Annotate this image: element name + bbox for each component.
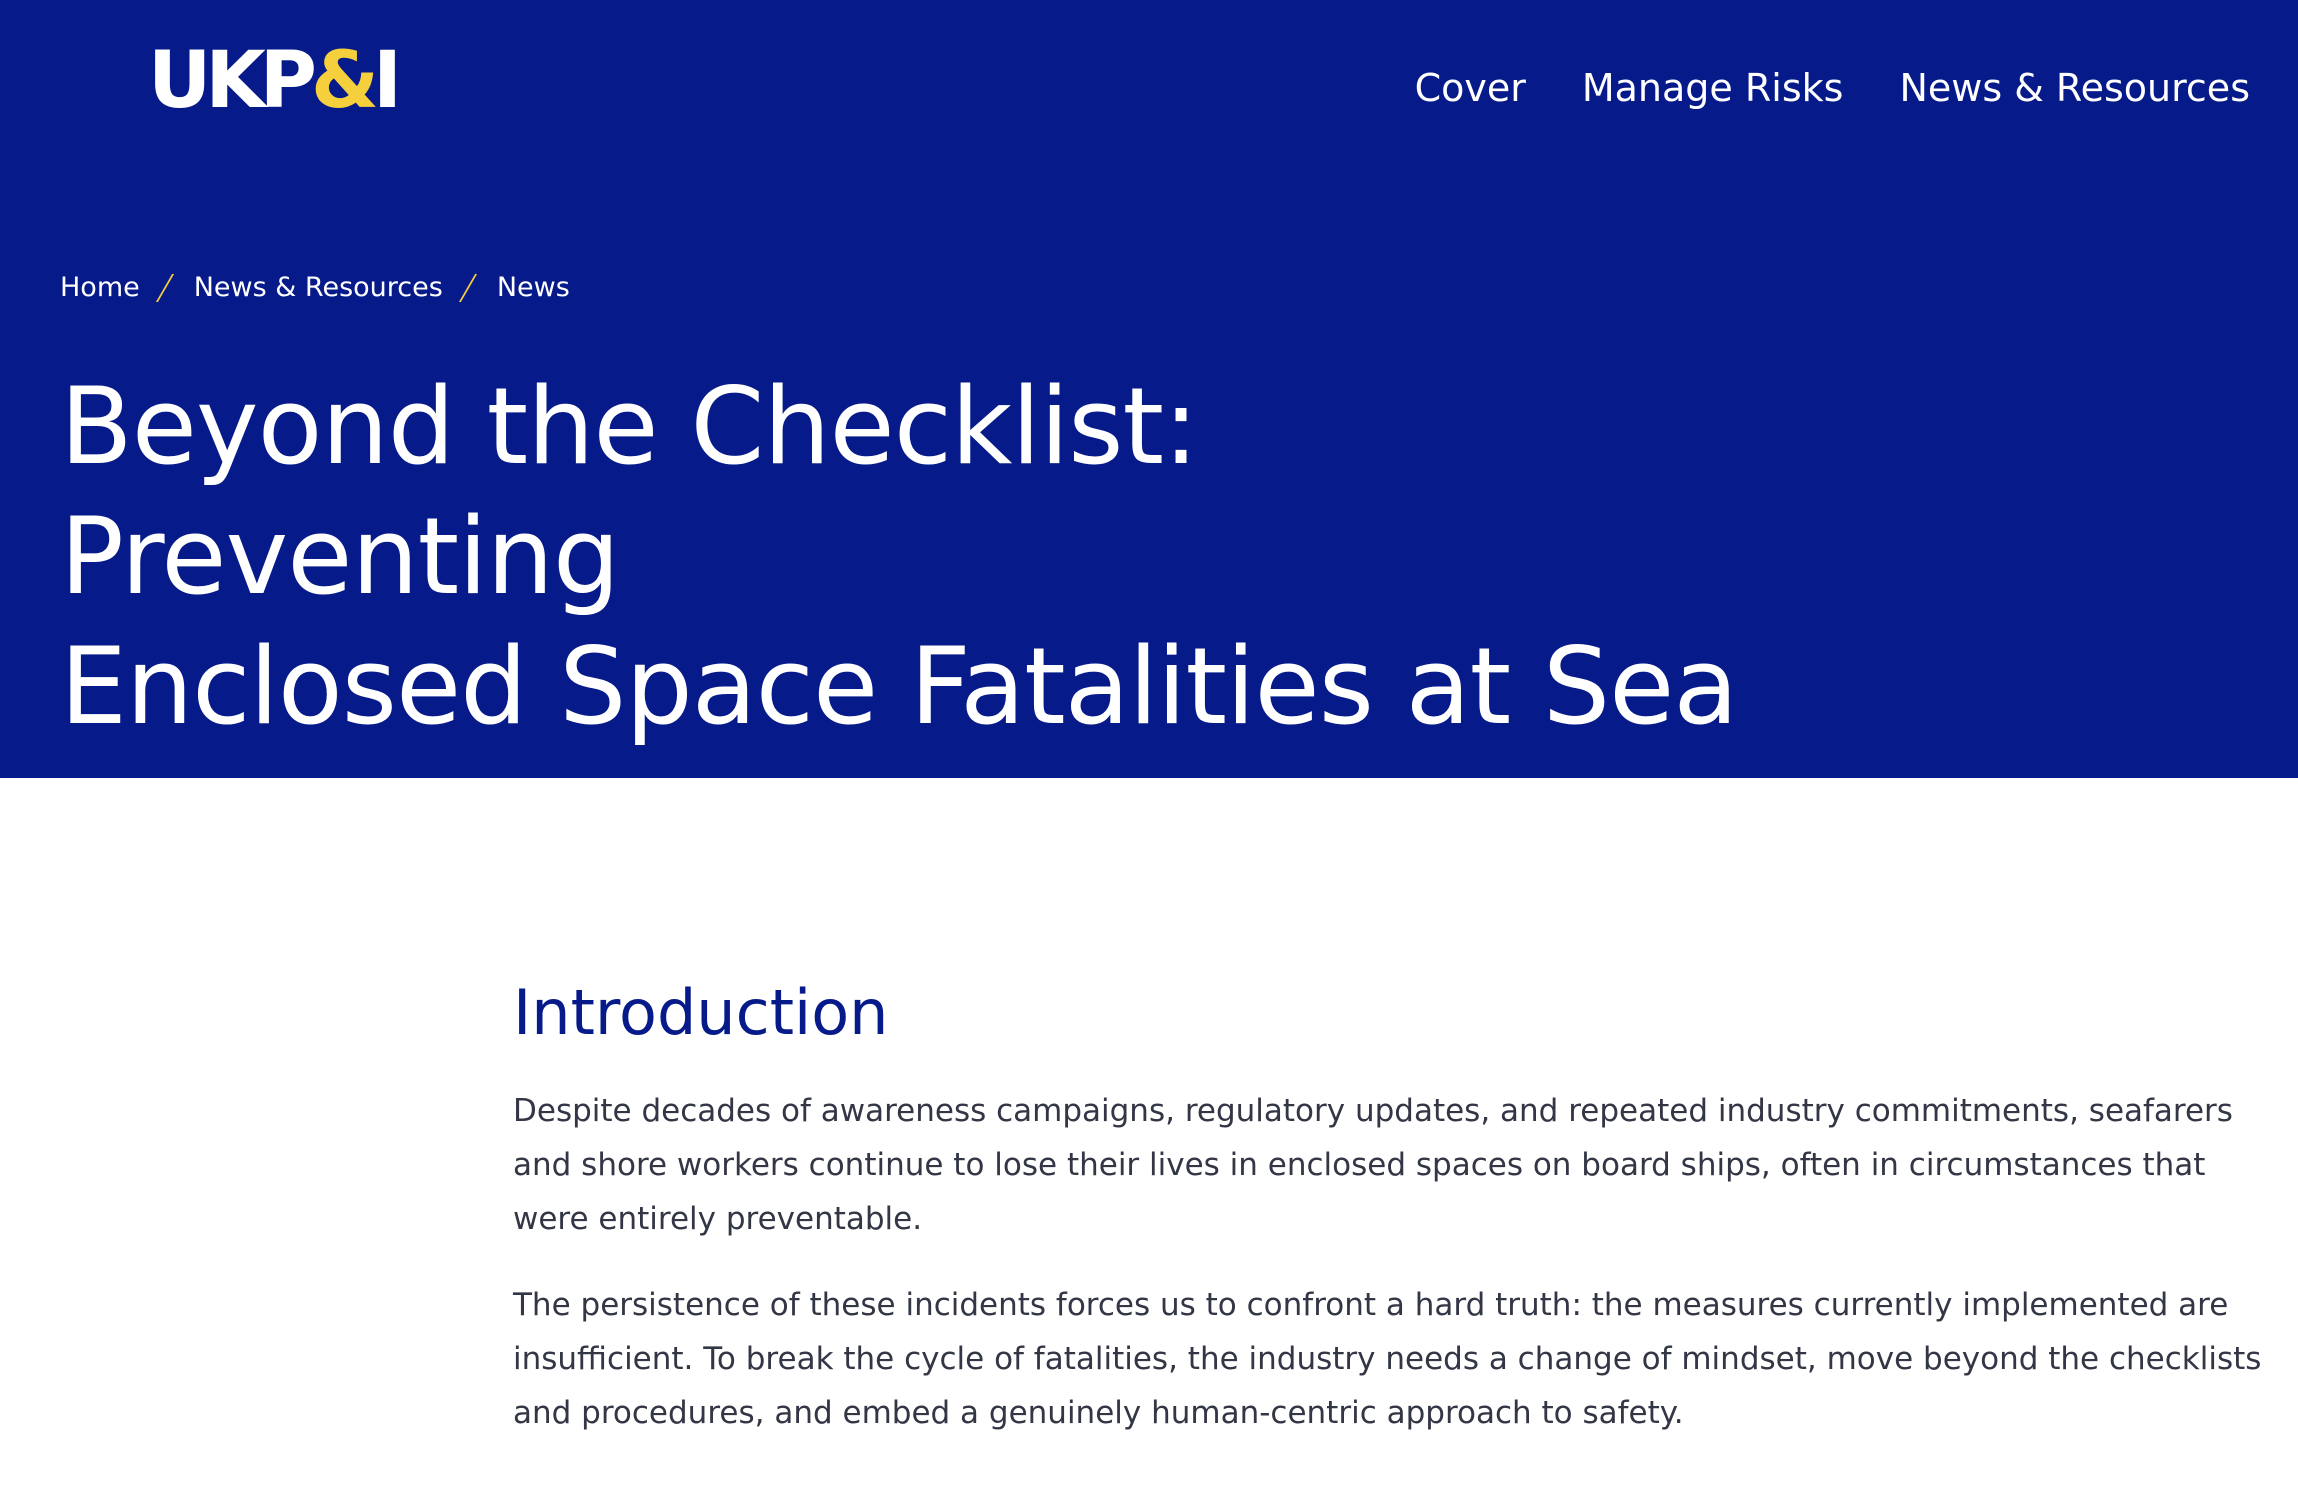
nav-item-news-resources[interactable]: News & Resources — [1899, 64, 2250, 112]
paragraph: Despite decades of awareness campaigns, … — [513, 1093, 2233, 1237]
breadcrumb-home[interactable]: Home — [60, 272, 140, 303]
nav-item-cover[interactable]: Cover — [1415, 64, 1526, 112]
article-body: Introduction Despite decades of awarenes… — [513, 968, 2263, 1440]
breadcrumb-news-resources[interactable]: News & Resources — [194, 272, 443, 303]
logo-text-i: I — [372, 36, 402, 126]
page-title-line-2: Enclosed Space Fatalities at Sea — [60, 625, 1738, 748]
logo-ampersand: & — [310, 36, 379, 126]
ukpandi-logo[interactable]: UKP&I — [148, 42, 402, 120]
page-title: Beyond the Checklist: Preventing Enclose… — [60, 362, 1760, 752]
section-heading-introduction: Introduction — [513, 976, 889, 1049]
breadcrumb-separator — [458, 273, 477, 302]
hero-header: UKP&I Cover Manage Risks News & Resource… — [0, 0, 2298, 778]
main-nav: Cover Manage Risks News & Resources — [1415, 64, 2250, 112]
page-title-line-1: Beyond the Checklist: Preventing — [60, 365, 1199, 618]
logo-text-ukp: UKP — [148, 36, 317, 126]
breadcrumb: Home News & Resources News — [60, 272, 570, 303]
breadcrumb-separator — [155, 273, 174, 302]
paragraph: The persistence of these incidents force… — [513, 1287, 2262, 1431]
breadcrumb-news[interactable]: News — [497, 272, 570, 303]
nav-item-manage-risks[interactable]: Manage Risks — [1582, 64, 1844, 112]
